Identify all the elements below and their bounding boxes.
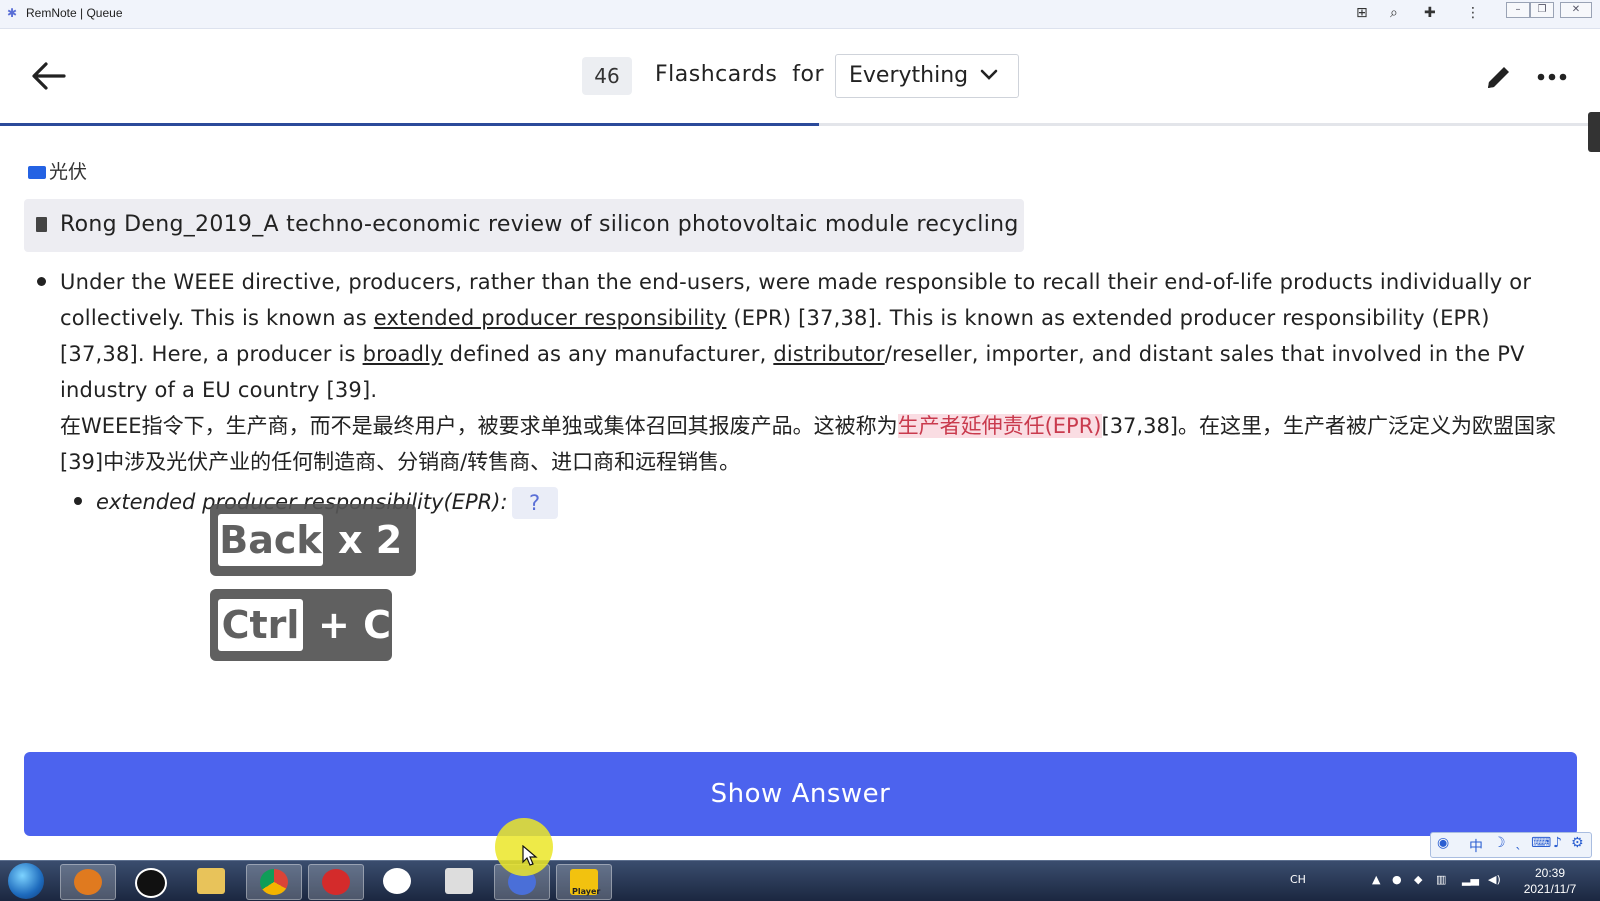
back-arrow-icon[interactable] bbox=[28, 56, 68, 96]
edit-pencil-icon[interactable] bbox=[1484, 62, 1514, 92]
tray-volume-icon[interactable]: ◀) bbox=[1488, 873, 1501, 886]
rem-reference-link[interactable]: broadly bbox=[363, 342, 443, 366]
tray-language[interactable]: CH bbox=[1290, 873, 1306, 886]
taskbar-search-app[interactable] bbox=[60, 864, 116, 900]
rem-text-chinese[interactable]: 在WEEE指令下，生产商，而不是最终用户，被要求单独或集体召回其报废产品。这被称… bbox=[60, 408, 1560, 480]
browser-menu-icon[interactable]: ⋮ bbox=[1466, 5, 1480, 21]
rem-text-english[interactable]: Under the WEEE directive, producers, rat… bbox=[60, 264, 1560, 408]
rem-text-segment: 在WEEE指令下，生产商，而不是最终用户，被要求单独或集体召回其报废产品。这被称… bbox=[60, 414, 898, 438]
bullet-point bbox=[37, 277, 46, 286]
key-cap: Ctrl bbox=[218, 599, 303, 651]
scrollbar-handle[interactable] bbox=[1588, 112, 1600, 152]
folder-label: 光伏 bbox=[49, 161, 88, 183]
magnifier-icon bbox=[74, 869, 102, 895]
remnote-logo-icon: ✱ bbox=[7, 6, 18, 20]
card-count-badge: 46 bbox=[582, 57, 632, 95]
highlighted-text: 生产者延伸责任(EPR) bbox=[897, 414, 1102, 438]
tray-signal-icon[interactable]: ▂▄ bbox=[1462, 873, 1479, 886]
tray-network-icon[interactable]: ▥ bbox=[1436, 873, 1446, 886]
close-button[interactable]: ✕ bbox=[1560, 2, 1592, 18]
taskbar-chrome-app[interactable] bbox=[246, 864, 302, 900]
taskbar-clock[interactable]: 20:39 2021/11/7 bbox=[1510, 865, 1590, 897]
minimize-button[interactable]: – bbox=[1506, 2, 1530, 18]
document-title-card[interactable]: Rong Deng_2019_A techno-economic review … bbox=[24, 199, 1024, 252]
ime-moon-icon[interactable]: ☽ bbox=[1493, 835, 1506, 851]
show-answer-button[interactable]: Show Answer bbox=[24, 752, 1577, 836]
extensions-icon[interactable]: ✚ bbox=[1424, 5, 1436, 21]
clock-date: 2021/11/7 bbox=[1523, 882, 1577, 896]
key-suffix: + C bbox=[318, 603, 391, 647]
ime-logo-icon: ◉ bbox=[1437, 835, 1450, 851]
chrome-icon bbox=[260, 869, 288, 895]
translate-icon[interactable]: ⊞ bbox=[1356, 5, 1368, 21]
rem-reference-link[interactable]: extended producer responsibility bbox=[374, 306, 727, 330]
window-titlebar: ✱ RemNote | Queue ⊞ ⌕ ✚ ⋮ – ❐ ✕ bbox=[0, 0, 1600, 29]
more-options-icon[interactable] bbox=[1537, 72, 1567, 82]
flashcards-for-label: Flashcards for bbox=[655, 62, 825, 87]
document-title: Rong Deng_2019_A techno-economic review … bbox=[60, 212, 1019, 237]
folder-breadcrumb[interactable]: 光伏 bbox=[28, 157, 87, 184]
music-icon bbox=[322, 869, 350, 895]
rem-text-segment: defined as any manufacturer, bbox=[442, 342, 774, 366]
key-suffix: x 2 bbox=[338, 518, 403, 562]
window-title: RemNote | Queue bbox=[26, 6, 123, 20]
answer-placeholder[interactable]: ? bbox=[511, 487, 558, 519]
folder-icon bbox=[28, 166, 46, 179]
windows-taskbar: Player CH ▲ ● ◆ ▥ ▂▄ ◀) 20:39 2021/11/7 bbox=[0, 860, 1600, 901]
document-icon bbox=[36, 217, 47, 232]
tray-shield-icon[interactable]: ◆ bbox=[1414, 873, 1422, 886]
taskbar-netease-app[interactable] bbox=[308, 864, 364, 900]
queue-progress-bar bbox=[0, 123, 1588, 126]
player-label: Player bbox=[572, 887, 601, 896]
mouse-pointer-icon bbox=[522, 845, 538, 866]
zoom-icon[interactable]: ⌕ bbox=[1390, 5, 1398, 21]
start-button[interactable] bbox=[8, 863, 44, 899]
keystroke-overlay: Back x 2 bbox=[210, 504, 416, 576]
taskbar-explorer-app[interactable] bbox=[184, 864, 238, 898]
cloud-icon bbox=[383, 868, 411, 894]
bullet-point bbox=[74, 497, 82, 505]
restore-button[interactable]: ❐ bbox=[1530, 2, 1554, 18]
ime-keyboard-icon[interactable]: ⌨ bbox=[1531, 835, 1551, 851]
clock-time: 20:39 bbox=[1534, 866, 1566, 880]
ime-mic-icon[interactable]: ♪ bbox=[1553, 835, 1562, 851]
ime-punct-icon[interactable]: ˎ bbox=[1515, 834, 1522, 850]
chevron-down-icon bbox=[980, 69, 998, 80]
penguin-icon bbox=[135, 868, 167, 898]
taskbar-desktop-app[interactable] bbox=[432, 864, 486, 898]
tray-qq-icon[interactable]: ● bbox=[1392, 873, 1402, 886]
monitor-icon bbox=[445, 868, 473, 894]
keystroke-overlay: Ctrl + C bbox=[210, 589, 392, 661]
rem-reference-link[interactable]: distributor bbox=[773, 342, 884, 366]
ime-mode[interactable]: 中 bbox=[1469, 836, 1483, 856]
taskbar-qq-app[interactable] bbox=[122, 864, 176, 898]
scope-value: Everything bbox=[849, 63, 969, 88]
scope-dropdown[interactable]: Everything bbox=[835, 54, 1019, 98]
key-cap: Back bbox=[218, 514, 323, 566]
taskbar-cloud-app[interactable] bbox=[370, 864, 424, 898]
queue-progress-fill bbox=[0, 123, 820, 126]
ime-toolbar[interactable]: ◉ 中 ☽ ˎ ⌨ ♪ ⚙ bbox=[1430, 832, 1592, 858]
taskbar-player-app[interactable]: Player bbox=[556, 864, 612, 900]
folder-app-icon bbox=[197, 868, 225, 894]
tray-expand-icon[interactable]: ▲ bbox=[1372, 873, 1380, 886]
ime-settings-icon[interactable]: ⚙ bbox=[1571, 835, 1584, 851]
